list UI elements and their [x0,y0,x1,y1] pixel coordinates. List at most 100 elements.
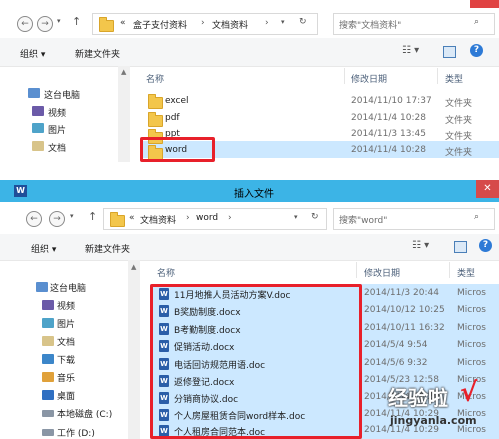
address-bar[interactable]: « 盒子支付资料 › 文档资料 › ▾ ↻ [92,13,318,35]
file-date: 2014/5/6 9:32 [364,358,428,368]
forward-button[interactable]: → [37,16,53,32]
watermark-text: 经验啦 [388,386,448,410]
file-date: 2014/11/3 20:44 [364,288,439,298]
breadcrumb-item[interactable]: 文档资料 [140,213,176,226]
file-type: Micros [457,323,486,333]
selected-files-highlight [150,284,362,439]
column-header-name[interactable]: 名称 [157,266,175,279]
breadcrumb-item[interactable]: 盒子支付资料 [133,18,187,31]
document-folder-icon [42,336,54,346]
nav-item-downloads[interactable]: 下载 [57,353,75,366]
file-type: 文件夹 [445,116,473,126]
column-header-type[interactable]: 类型 [457,266,475,279]
nav-item-documents[interactable]: 文档 [57,335,75,348]
search-input[interactable]: 搜索"文档资料" ⌕ [333,13,495,35]
column-divider [437,68,438,84]
search-placeholder: 搜索"word" [339,216,388,226]
organize-button[interactable]: 组织 ▾ [20,47,45,60]
breadcrumb-overflow[interactable]: « [120,18,126,28]
chevron-right-icon[interactable]: › [265,18,269,28]
nav-item-pictures[interactable]: 图片 [57,317,75,330]
new-folder-button[interactable]: 新建文件夹 [85,242,130,255]
scroll-up-icon[interactable]: ▲ [121,68,126,76]
file-date: 2014/10/12 10:25 [364,305,445,315]
refresh-icon[interactable]: ↻ [311,212,319,222]
nav-item-drive-c[interactable]: 本地磁盘 (C:) [57,407,112,420]
preview-pane-icon[interactable] [454,241,467,253]
nav-item-pictures[interactable]: 图片 [48,123,66,136]
up-button[interactable]: ↑ [72,15,81,28]
column-divider [344,68,345,84]
file-name: pdf [165,113,180,123]
top-titlebar-fragment [0,0,499,8]
refresh-icon[interactable]: ↻ [299,17,307,27]
search-icon[interactable]: ⌕ [474,212,479,222]
folder-icon [148,112,163,127]
music-folder-icon [42,372,54,382]
column-divider [356,262,357,278]
watermark: 经验啦 √ jingyanla.com [388,378,496,436]
view-options-icon[interactable]: ☷ ▾ [412,240,429,251]
column-header-modified[interactable]: 修改日期 [364,266,400,279]
nav-item-music[interactable]: 音乐 [57,371,75,384]
word-app-icon: W [14,185,27,197]
search-placeholder: 搜索"文档资料" [339,21,402,31]
drive-icon [42,429,54,436]
forward-button[interactable]: → [49,211,65,227]
file-type: Micros [457,305,486,315]
nav-scrollbar[interactable] [128,260,140,439]
view-options-icon[interactable]: ☷ ▾ [402,45,419,56]
file-date: 2014/5/4 9:54 [364,340,428,350]
nav-item-this-pc[interactable]: 这台电脑 [50,281,86,294]
breadcrumb-overflow[interactable]: « [129,213,135,223]
close-button[interactable] [470,0,499,8]
help-icon[interactable]: ? [470,44,483,57]
recent-dropdown-icon[interactable]: ▾ [70,212,74,220]
scroll-up-icon[interactable]: ▲ [131,263,136,271]
nav-item-desktop[interactable]: 桌面 [57,389,75,402]
address-dropdown-icon[interactable]: ▾ [281,18,285,26]
drive-icon [42,410,54,417]
up-button[interactable]: ↑ [88,210,97,223]
close-button[interactable]: ✕ [476,180,499,198]
breadcrumb-item[interactable]: 文档资料 [212,18,248,31]
chevron-right-icon[interactable]: › [186,213,190,223]
new-folder-button[interactable]: 新建文件夹 [75,47,120,60]
dialog-titlebar: W 插入文件 ✕ [0,180,499,202]
organize-button[interactable]: 组织 ▾ [31,242,56,255]
breadcrumb-item[interactable]: word [196,213,218,223]
folder-icon [99,17,114,32]
search-input[interactable]: 搜索"word" ⌕ [333,208,495,230]
folder-icon [148,94,163,109]
nav-item-this-pc[interactable]: 这台电脑 [44,88,80,101]
address-bar[interactable]: « 文档资料 › word › ▾ ↻ [103,208,327,230]
preview-pane-icon[interactable] [443,46,456,58]
search-icon[interactable]: ⌕ [474,17,479,27]
chevron-right-icon[interactable]: › [201,18,205,28]
column-header-modified[interactable]: 修改日期 [351,72,387,85]
help-icon[interactable]: ? [479,239,492,252]
file-type: 文件夹 [445,132,473,142]
chevron-right-icon[interactable]: › [228,213,232,223]
navigation-pane: ▲ 这台电脑 视频 图片 文档 下载 音乐 桌面 本地磁盘 (C:) 工作 (D… [0,260,140,439]
nav-scrollbar[interactable] [118,66,130,162]
toolbar: 组织 ▾ 新建文件夹 ☷ ▾ ? [0,234,499,261]
file-date: 2014/11/4 10:28 [351,113,426,123]
column-header-name[interactable]: 名称 [146,72,164,85]
nav-item-videos[interactable]: 视频 [48,106,66,119]
nav-item-drive-d[interactable]: 工作 (D:) [57,426,95,439]
back-button[interactable]: ← [17,16,33,32]
back-button[interactable]: ← [26,211,42,227]
document-folder-icon [32,141,44,151]
video-folder-icon [32,106,44,116]
dialog-title: 插入文件 [234,189,274,200]
file-type: Micros [457,288,486,298]
file-date: 2014/11/10 17:37 [351,96,432,106]
recent-dropdown-icon[interactable]: ▾ [57,17,61,25]
address-dropdown-icon[interactable]: ▾ [294,213,298,221]
file-date: 2014/11/4 10:28 [351,145,426,155]
column-header-type[interactable]: 类型 [445,72,463,85]
column-divider [449,262,450,278]
nav-item-documents[interactable]: 文档 [48,141,66,154]
nav-item-videos[interactable]: 视频 [57,299,75,312]
